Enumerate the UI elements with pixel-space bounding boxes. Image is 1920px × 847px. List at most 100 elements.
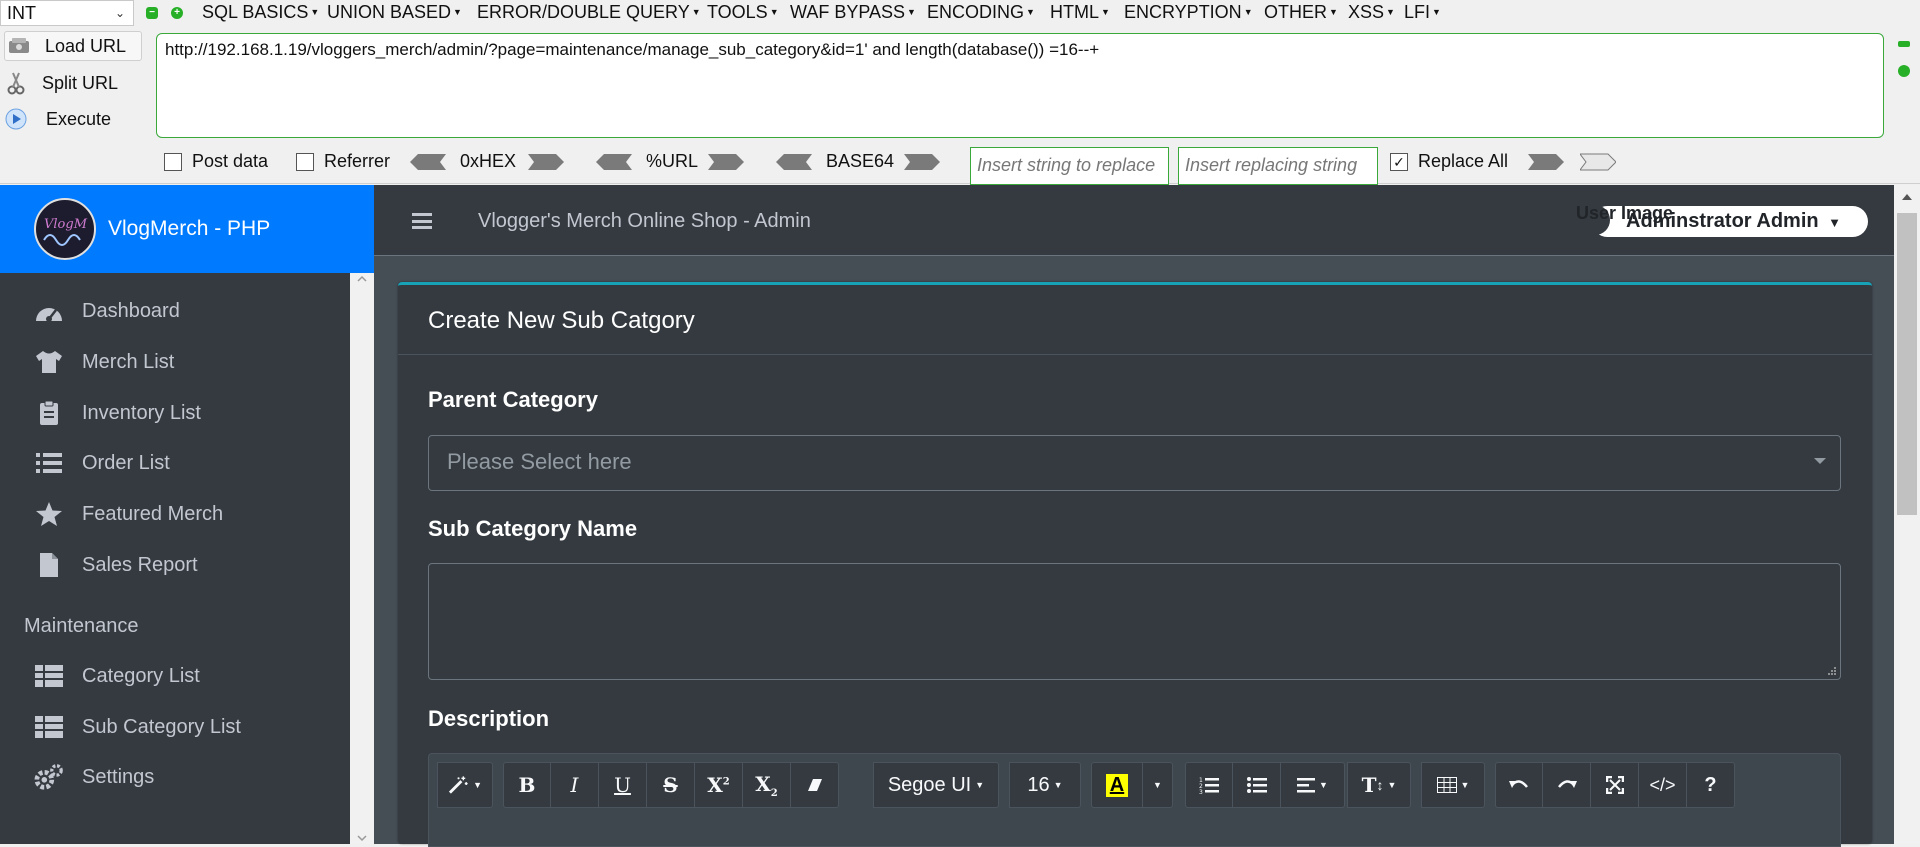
chevron-down-icon[interactable] [350, 832, 374, 844]
code-view-icon[interactable]: </> [1639, 762, 1687, 808]
menu-union-based[interactable]: UNION BASED ▼ [327, 2, 462, 23]
injection-type-value: INT [7, 2, 36, 23]
replace-string-input[interactable]: Insert string to replace [970, 147, 1169, 185]
url-textarea[interactable]: http://192.168.1.19/vloggers_merch/admin… [156, 33, 1884, 138]
nav-dashboard[interactable]: Dashboard [34, 297, 180, 325]
replace-all-checkbox[interactable]: ✓ [1390, 152, 1408, 171]
load-url-icon [7, 34, 31, 58]
referrer-option[interactable]: Referrer [296, 151, 390, 172]
nav-inventory-list[interactable]: Inventory List [34, 399, 201, 427]
magic-wand-icon[interactable]: ▼ [437, 762, 493, 808]
italic-icon[interactable]: I [551, 762, 599, 808]
replace-all-option[interactable]: ✓ Replace All [1390, 151, 1508, 172]
bold-icon[interactable]: B [503, 762, 551, 808]
url-decode-arrow-icon[interactable] [596, 153, 632, 171]
align-icon[interactable]: ▼ [1281, 762, 1345, 808]
svg-text:3: 3 [1199, 789, 1203, 794]
ordered-list-icon[interactable]: 123 [1185, 762, 1233, 808]
hackbar-options-row: Post data Referrer 0xHEX %URL BASE64 Ins… [0, 147, 1920, 185]
nav-sales-report[interactable]: Sales Report [34, 551, 198, 579]
menu-encoding[interactable]: ENCODING ▼ [927, 2, 1035, 23]
post-data-option[interactable]: Post data [164, 151, 268, 172]
underline-icon[interactable]: U [599, 762, 647, 808]
page-scrollbar[interactable] [1894, 185, 1920, 844]
decrease-rows-icon[interactable] [1898, 41, 1910, 47]
parent-category-label: Parent Category [428, 387, 598, 412]
nav-settings[interactable]: Settings [34, 763, 154, 791]
menu-error-double-query[interactable]: ERROR/DOUBLE QUERY ▼ [477, 2, 701, 23]
font-style-group: B I U S X2 X2 [503, 762, 839, 808]
nav-sub-category-list[interactable]: Sub Category List [34, 713, 241, 741]
url-text: http://192.168.1.19/vloggers_merch/admin… [165, 40, 1100, 59]
load-url-button[interactable]: Load URL [4, 31, 142, 61]
hex-decode-arrow-icon[interactable] [410, 153, 446, 171]
replacing-string-input[interactable]: Insert replacing string [1178, 147, 1378, 185]
dashboard-icon [34, 297, 64, 325]
replace-next-arrow-icon[interactable] [1580, 153, 1616, 171]
injection-type-select[interactable]: INT ⌄ [0, 0, 134, 26]
base64-encode-arrow-icon[interactable] [904, 153, 940, 171]
fullscreen-icon[interactable] [1591, 762, 1639, 808]
url-encode-arrow-icon[interactable] [708, 153, 744, 171]
execute-button[interactable]: Execute [4, 104, 111, 134]
card-title: Create New Sub Catgory [428, 307, 695, 334]
split-url-button[interactable]: Split URL [4, 68, 118, 98]
brand-link[interactable]: VlogM VlogMerch - PHP [0, 185, 374, 273]
menu-other[interactable]: OTHER ▼ [1264, 2, 1338, 23]
nav-featured-merch[interactable]: Featured Merch [34, 500, 223, 528]
menu-waf-bypass[interactable]: WAF BYPASS ▼ [790, 2, 916, 23]
chevron-up-icon[interactable] [350, 273, 374, 285]
nav-sales-report-label: Sales Report [82, 553, 198, 576]
menu-xss[interactable]: XSS ▼ [1348, 2, 1395, 23]
sub-category-name-input[interactable] [428, 563, 1841, 680]
decrease-icon[interactable]: − [146, 7, 158, 19]
post-data-checkbox[interactable] [164, 152, 182, 171]
increase-icon[interactable]: + [171, 7, 183, 19]
menu-tools[interactable]: TOOLS ▼ [707, 2, 779, 23]
superscript-icon[interactable]: X2 [695, 762, 743, 808]
table-group: ▼ [1421, 762, 1485, 808]
font-name-dropdown[interactable]: Segoe UI ▼ [873, 762, 999, 808]
strikethrough-icon[interactable]: S [647, 762, 695, 808]
help-icon[interactable]: ? [1687, 762, 1735, 808]
base64-decode-arrow-icon[interactable] [776, 153, 812, 171]
parent-category-select[interactable]: Please Select here [428, 435, 1841, 491]
brand-logo: VlogM [34, 198, 96, 260]
unordered-list-icon[interactable] [1233, 762, 1281, 808]
menu-sql-basics[interactable]: SQL BASICS ▼ [202, 2, 319, 23]
menu-html[interactable]: HTML ▼ [1050, 2, 1110, 23]
menu-lfi[interactable]: LFI ▼ [1404, 2, 1441, 23]
nav-order-list[interactable]: Order List [34, 449, 170, 477]
hamburger-menu-icon[interactable] [412, 213, 432, 229]
referrer-checkbox[interactable] [296, 152, 314, 171]
line-height-icon[interactable]: T ↕ ▼ [1347, 762, 1411, 808]
highlight-color-icon[interactable]: A [1091, 762, 1143, 808]
site-title: Vlogger's Merch Online Shop - Admin [478, 210, 811, 232]
color-dropdown-icon[interactable]: ▼ [1143, 762, 1173, 808]
undo-icon[interactable] [1495, 762, 1543, 808]
nav-merch-list[interactable]: Merch List [34, 348, 174, 376]
line-height-group: T ↕ ▼ [1347, 762, 1411, 808]
nav-dashboard-label: Dashboard [82, 299, 180, 322]
rich-text-toolbar: ▼ B I U S X2 X2 Segoe UI ▼ 16 ▼ A ▼ 1 2 … [428, 753, 1841, 847]
clipboard-icon [34, 399, 64, 427]
sidebar-scrollbar[interactable] [350, 273, 374, 844]
increase-rows-icon[interactable] [1898, 65, 1910, 77]
caret-down-icon: ▼ [1828, 215, 1842, 230]
font-size-dropdown[interactable]: 16 ▼ [1009, 762, 1081, 808]
nav-category-list[interactable]: Category List [34, 662, 200, 690]
eraser-icon[interactable] [791, 762, 839, 808]
nav-settings-label: Settings [82, 765, 155, 788]
table-insert-icon[interactable]: ▼ [1421, 762, 1485, 808]
main-content: Vlogger's Merch Online Shop - Admin Admi… [374, 185, 1894, 847]
file-icon [34, 551, 64, 579]
resize-grip-icon[interactable] [1827, 666, 1837, 676]
replace-run-arrow-icon[interactable] [1528, 153, 1564, 171]
font-size-value: 16 [1027, 773, 1050, 796]
subscript-icon[interactable]: X2 [743, 762, 791, 808]
scroll-up-arrow-icon[interactable] [1894, 189, 1920, 205]
redo-icon[interactable] [1543, 762, 1591, 808]
menu-encryption[interactable]: ENCRYPTION ▼ [1124, 2, 1253, 23]
page-scrollbar-thumb[interactable] [1897, 213, 1917, 515]
hex-encode-arrow-icon[interactable] [528, 153, 564, 171]
